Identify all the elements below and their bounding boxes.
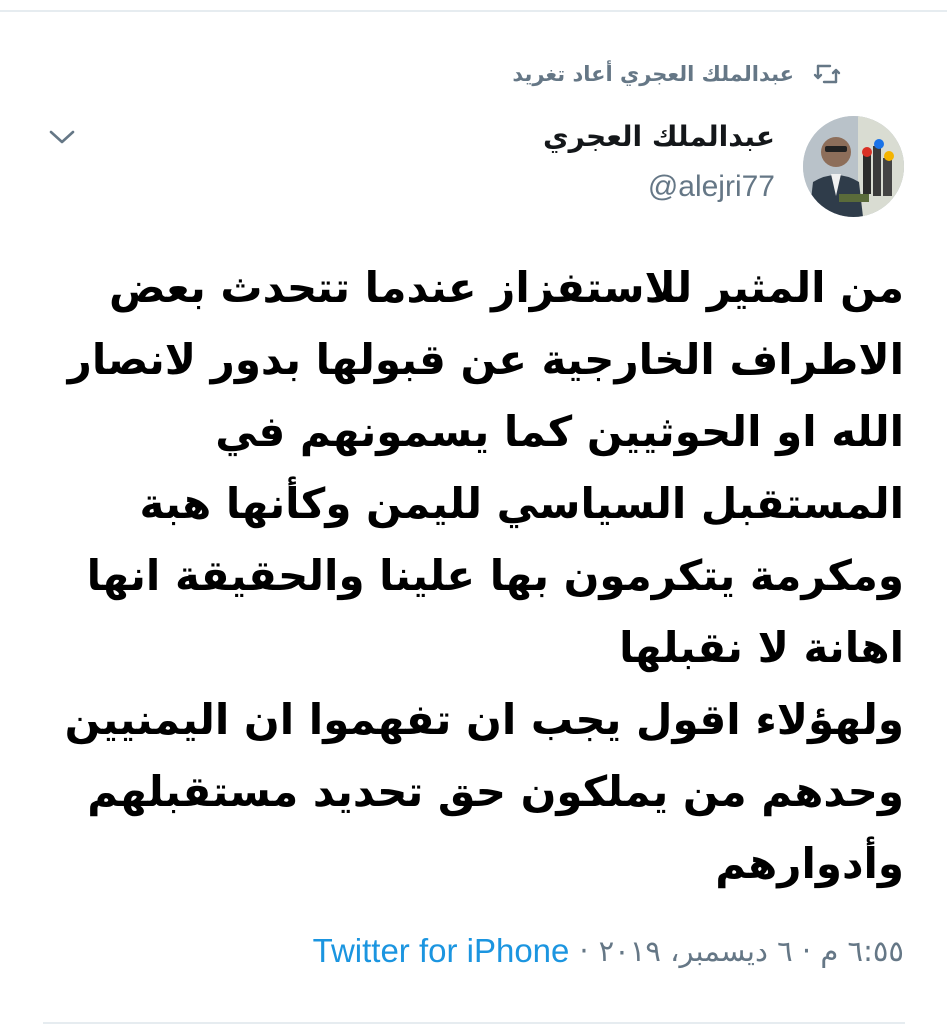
tweet-line: ومكرمة يتكرمون بها علينا والحقيقة انها: [86, 551, 904, 600]
tweet-line: من المثير للاستفزاز عندما تتحدث بعض: [109, 263, 904, 312]
tweet-text: من المثير للاستفزاز عندما تتحدث بعض الاط…: [44, 252, 904, 900]
chevron-down-icon[interactable]: [48, 128, 76, 146]
avatar-image: [803, 116, 904, 217]
tweet-line: المستقبل السياسي لليمن وكأنها هبة: [139, 479, 905, 528]
tweet-line: وأدوارهم: [715, 839, 904, 888]
meta-separator: ·: [579, 934, 589, 968]
retweet-icon: [813, 64, 841, 84]
top-divider: [0, 0, 947, 12]
tweet-line: الاطراف الخارجية عن قبولها بدور لانصار: [67, 335, 904, 384]
tweet-line: اهانة لا نقبلها: [619, 623, 904, 672]
retweet-label[interactable]: عبدالملك العجري أعاد تغريد: [512, 62, 794, 86]
tweet-timestamp[interactable]: ٦:٥٥ م · ٦ ديسمبر، ٢٠١٩: [599, 934, 904, 968]
tweet-source-link[interactable]: Twitter for iPhone: [313, 932, 570, 970]
retweet-header[interactable]: عبدالملك العجري أعاد تغريد: [512, 62, 842, 86]
tweet-line: الله او الحوثيين كما يسمونهم في: [215, 407, 904, 456]
author-handle[interactable]: @alejri77: [648, 170, 775, 204]
tweet-line: وحدهم من يملكون حق تحديد مستقبلهم: [87, 767, 904, 816]
avatar[interactable]: [803, 116, 904, 217]
tweet-line: ولهؤلاء اقول يجب ان تفهموا ان اليمنيين: [64, 695, 904, 744]
author-name[interactable]: عبدالملك العجري: [543, 120, 775, 153]
tweet-meta: ٦:٥٥ م · ٦ ديسمبر، ٢٠١٩ · Twitter for iP…: [313, 932, 904, 970]
tweet-card[interactable]: عبدالملك العجري أعاد تغريد عبدالملك العج…: [0, 12, 947, 1024]
